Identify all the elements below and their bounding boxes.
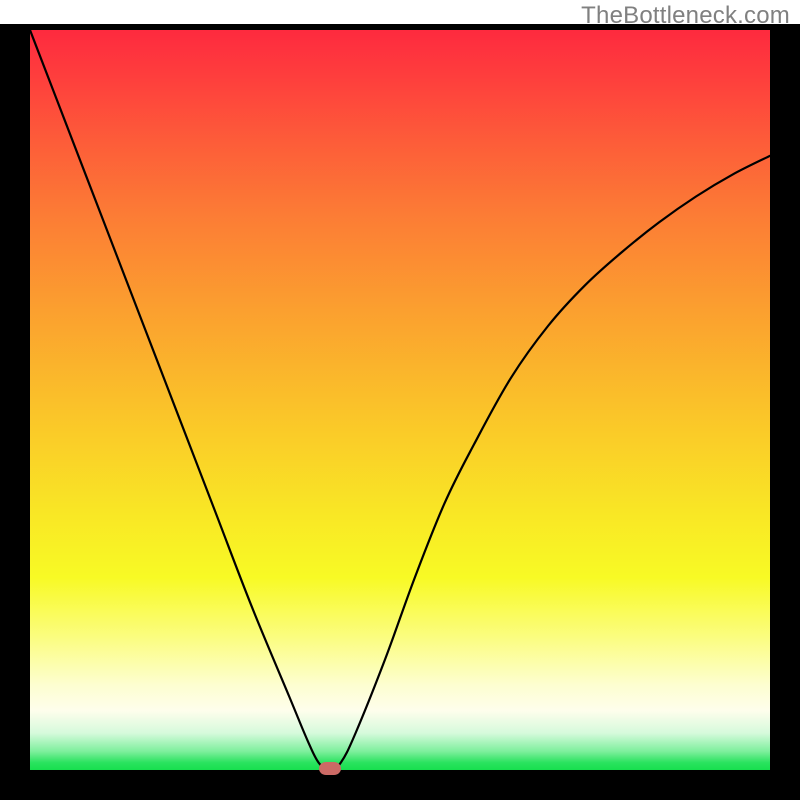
- chart-stage: TheBottleneck.com: [0, 0, 800, 800]
- plot-area: [30, 30, 770, 770]
- curve-path: [30, 30, 770, 770]
- chart-frame: [0, 24, 800, 800]
- optimum-marker: [319, 762, 341, 775]
- bottleneck-curve: [30, 30, 770, 770]
